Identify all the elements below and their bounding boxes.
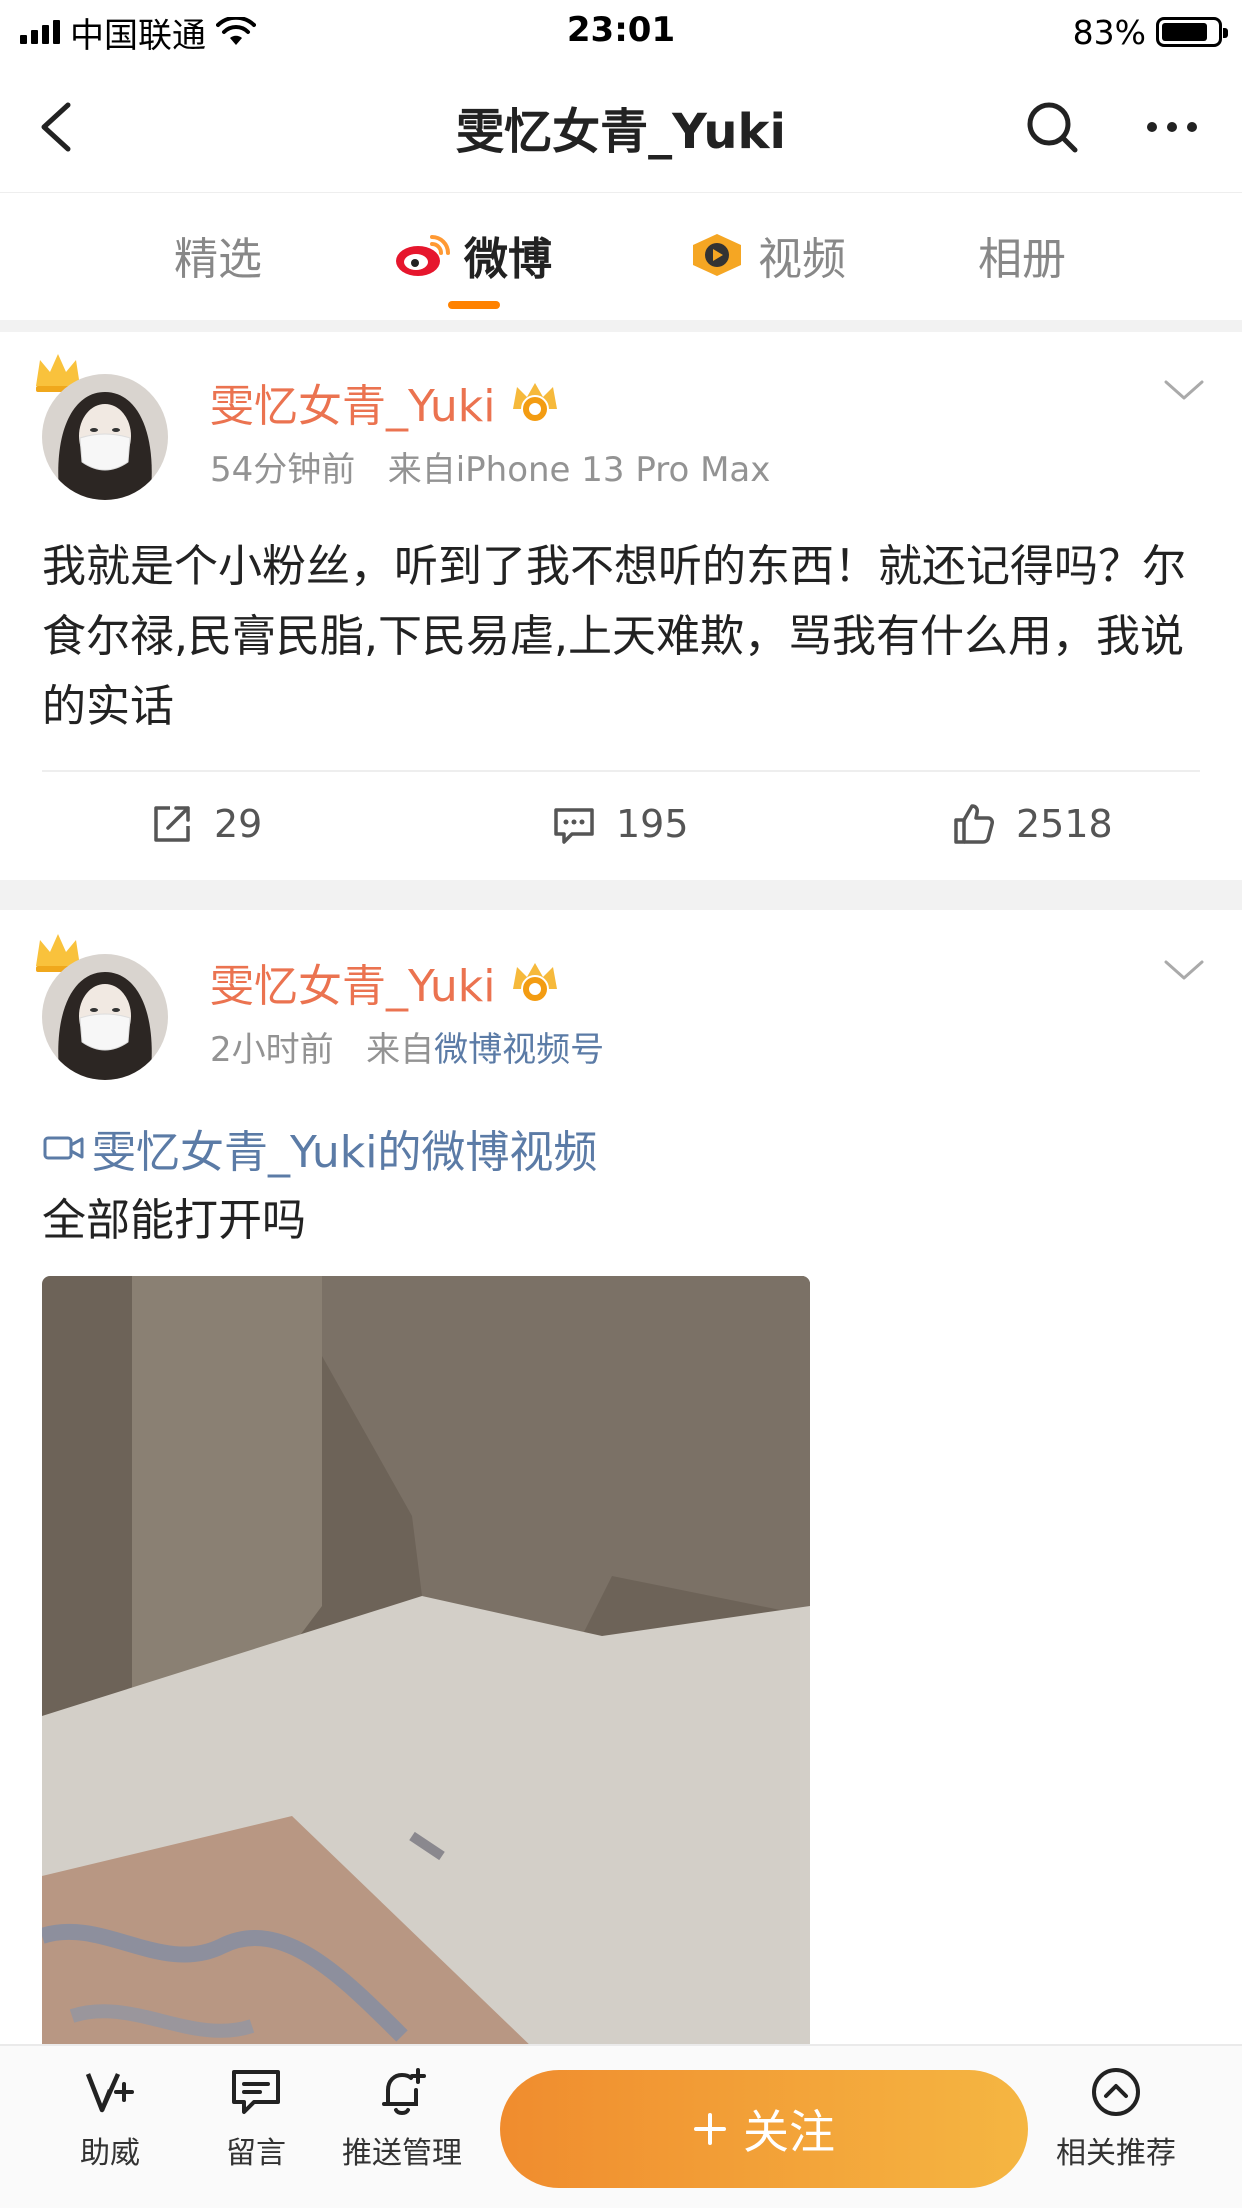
- author-name-text: 雯忆女青_Yuki: [210, 961, 496, 1012]
- bottom-toolbar: 助威 留言 推送管理 关注 相关推荐: [0, 2044, 1242, 2208]
- video-link-text: 雯忆女青_Yuki的微博视频: [92, 1127, 598, 1178]
- search-icon[interactable]: [1022, 97, 1082, 157]
- post-time: 2小时前: [210, 1030, 334, 1070]
- weibo-post[interactable]: 雯忆女青_Yuki 54分钟前 来自iPhone 13 Pro Max 我就是个…: [0, 332, 1242, 880]
- tab-label: 视频: [758, 234, 846, 285]
- cheer-button[interactable]: 助威: [40, 2064, 180, 2172]
- repost-button[interactable]: 29: [148, 800, 262, 848]
- message-button[interactable]: 留言: [186, 2064, 326, 2172]
- video-badge-icon: [693, 234, 741, 276]
- post-actions: 29 195 2518: [42, 770, 1200, 876]
- author-name[interactable]: 雯忆女青_Yuki: [210, 950, 563, 1014]
- nav-bar: 雯忆女青_Yuki: [0, 62, 1242, 192]
- tab-video[interactable]: 视频: [688, 225, 846, 285]
- battery-percent: 83%: [1072, 12, 1146, 52]
- post-meta: 2小时前 来自微博视频号: [210, 1022, 604, 1071]
- post-meta: 54分钟前 来自iPhone 13 Pro Max: [210, 442, 770, 491]
- divider: [0, 880, 1242, 910]
- tab-featured[interactable]: 精选: [174, 225, 262, 285]
- divider: [0, 320, 1242, 332]
- chevron-up-circle-icon: [1092, 2068, 1140, 2116]
- bell-plus-icon: [382, 2068, 426, 2115]
- tab-label: 相册: [978, 234, 1066, 285]
- vip-crown-badge-icon[interactable]: [507, 379, 563, 425]
- follow-button[interactable]: 关注: [500, 2070, 1028, 2188]
- tab-label: 微博: [464, 234, 552, 285]
- profile-tabs: 精选 微博 视频 相册: [0, 192, 1242, 320]
- tab-label: 精选: [174, 234, 262, 285]
- post-text: 我就是个小粉丝，听到了我不想听的东西！就还记得吗？尔食尔禄,民膏民脂,下民易虐,…: [42, 541, 1186, 732]
- push-settings-button[interactable]: 推送管理: [332, 2064, 472, 2172]
- repost-icon: [154, 806, 190, 842]
- comment-count: 195: [616, 802, 689, 846]
- tab-weibo[interactable]: 微博: [394, 225, 552, 285]
- comment-icon: [554, 808, 594, 844]
- like-icon: [954, 804, 994, 844]
- clock: 23:01: [566, 10, 676, 50]
- weibo-post[interactable]: 雯忆女青_Yuki 2小时前 来自微博视频号 雯忆女青_Yuki的微博视频 全部…: [0, 910, 1242, 2076]
- status-right: 83%: [1072, 10, 1228, 54]
- battery-fill: [1162, 23, 1207, 41]
- post-source-link[interactable]: 微博视频号: [434, 1030, 604, 1070]
- push-settings-label: 推送管理: [342, 2136, 462, 2171]
- post-source: iPhone 13 Pro Max: [455, 450, 771, 490]
- active-tab-indicator: [448, 301, 500, 309]
- comment-button[interactable]: 195: [550, 800, 689, 848]
- status-bar: 中国联通 23:01 83%: [0, 0, 1242, 62]
- more-icon[interactable]: [1142, 97, 1202, 157]
- related-recommend-label: 相关推荐: [1056, 2136, 1176, 2171]
- post-source-prefix: 来自: [387, 450, 456, 490]
- post-text: 全部能打开吗: [42, 1195, 306, 1246]
- weibo-logo-icon: [396, 235, 450, 276]
- weibo-profile-page: 中国联通 23:01 83% 雯忆女青_Yuki 精选 微博 视频 相册 雯忆女…: [0, 0, 1242, 2208]
- vip-crown-badge-icon[interactable]: [507, 959, 563, 1005]
- avatar[interactable]: [36, 934, 170, 1082]
- message-label: 留言: [226, 2136, 286, 2171]
- like-button[interactable]: 2518: [950, 800, 1113, 848]
- author-name-text: 雯忆女青_Yuki: [210, 381, 496, 432]
- related-recommend-button[interactable]: 相关推荐: [1046, 2064, 1186, 2172]
- like-count: 2518: [1016, 802, 1113, 846]
- follow-label: 关注: [743, 2105, 835, 2159]
- chevron-down-icon[interactable]: [1162, 954, 1206, 984]
- video-thumbnail[interactable]: [42, 1276, 810, 2076]
- battery-icon: [1156, 17, 1228, 47]
- video-camera-icon: [43, 1136, 84, 1160]
- tab-album[interactable]: 相册: [978, 225, 1066, 285]
- avatar-image: [42, 954, 168, 1080]
- chevron-down-icon[interactable]: [1162, 374, 1206, 404]
- avatar[interactable]: [36, 354, 170, 502]
- message-icon: [232, 2070, 280, 2114]
- avatar-image: [42, 374, 168, 500]
- plus-icon: [694, 2113, 726, 2145]
- repost-count: 29: [214, 802, 263, 846]
- post-source-prefix: 来自: [366, 1030, 435, 1070]
- cheer-label: 助威: [80, 2136, 140, 2171]
- post-time: 54分钟前: [210, 450, 356, 490]
- cheer-v-icon: [85, 2073, 134, 2113]
- author-name[interactable]: 雯忆女青_Yuki: [210, 370, 563, 434]
- video-link[interactable]: 雯忆女青_Yuki的微博视频: [42, 1116, 597, 1180]
